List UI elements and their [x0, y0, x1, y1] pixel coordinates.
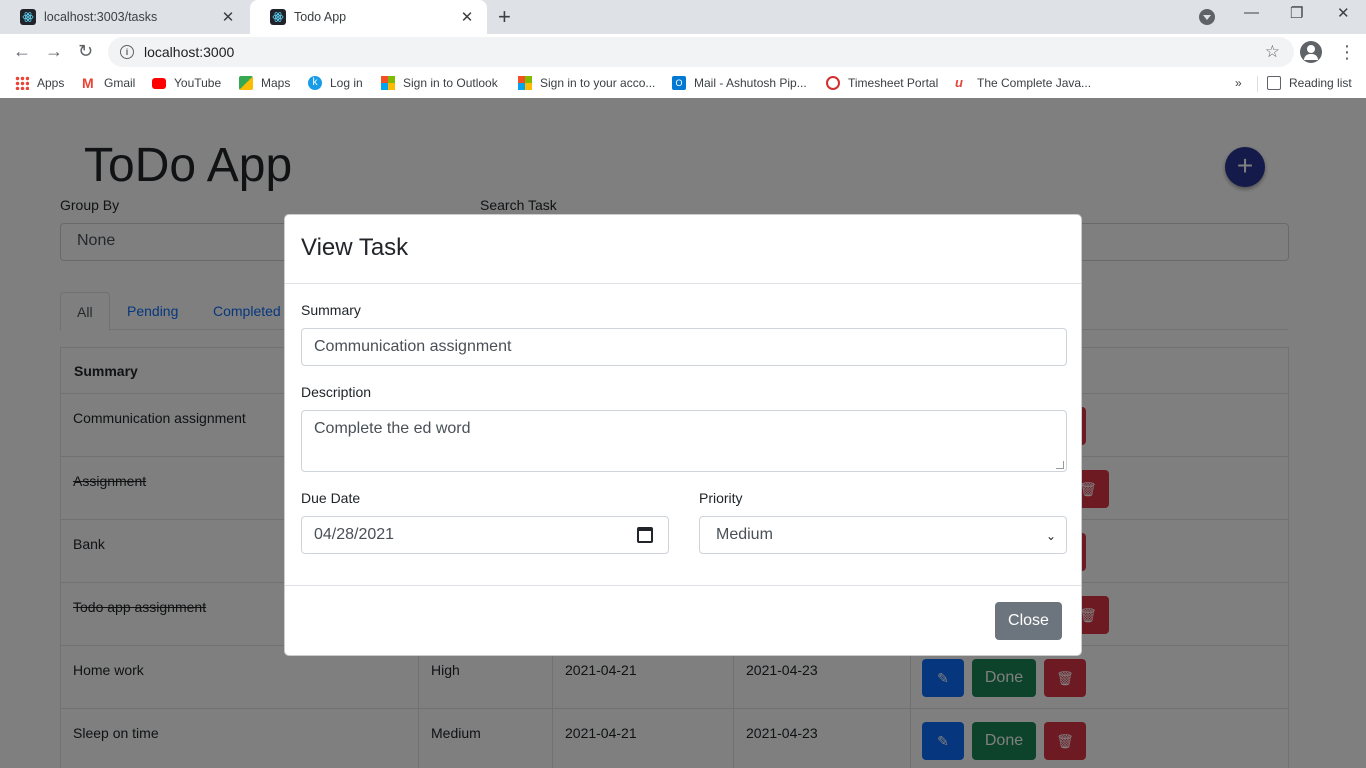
timesheet-icon — [826, 76, 840, 90]
tab-search-icon[interactable] — [1199, 9, 1215, 25]
microsoft-icon — [518, 76, 532, 90]
react-icon — [20, 9, 36, 25]
bookmark-star-icon[interactable]: ☆ — [1265, 42, 1280, 62]
description-value: Complete the ed word — [314, 420, 471, 437]
reload-icon[interactable]: ↻ — [78, 41, 93, 61]
back-icon[interactable]: ← — [13, 41, 31, 61]
apps-grid-icon — [15, 76, 29, 90]
restore-icon[interactable]: ❐ — [1290, 4, 1303, 22]
address-bar: ← → ↻ i localhost:3000 ☆ ⋮ — [0, 34, 1366, 70]
resize-handle-icon[interactable] — [1056, 461, 1064, 469]
calendar-icon[interactable] — [637, 527, 653, 543]
bookmark-gmail[interactable]: M Gmail — [82, 76, 135, 90]
bookmark-account-signin[interactable]: Sign in to your acco... — [518, 76, 655, 90]
description-label: Description — [301, 384, 372, 400]
outlook-icon: O — [672, 76, 686, 90]
new-tab-icon[interactable]: + — [498, 5, 511, 29]
udemy-icon: u — [955, 75, 963, 90]
site-info-icon[interactable]: i — [120, 45, 134, 59]
priority-select[interactable]: Medium ⌄ — [699, 516, 1067, 554]
todo-page: ToDo App + Group By None Search Task All… — [0, 98, 1366, 768]
summary-field[interactable]: Communication assignment — [301, 328, 1067, 366]
browser-tab-todo-app[interactable]: Todo App ✕ — [250, 0, 487, 34]
due-date-field[interactable]: 04/28/2021 — [301, 516, 669, 554]
summary-label: Summary — [301, 302, 361, 318]
more-bookmarks-icon[interactable]: » — [1235, 76, 1242, 90]
tab-title: Todo App — [294, 10, 347, 24]
profile-icon[interactable] — [1300, 41, 1322, 63]
bookmark-mail[interactable]: O Mail - Ashutosh Pip... — [672, 76, 807, 90]
forward-icon[interactable]: → — [45, 41, 63, 61]
summary-value: Communication assignment — [314, 338, 512, 355]
bookmark-maps[interactable]: Maps — [239, 76, 290, 90]
view-task-modal: View Task Summary Communication assignme… — [284, 214, 1082, 656]
close-tab-icon[interactable]: ✕ — [459, 8, 475, 26]
priority-value: Medium — [716, 526, 773, 543]
browser-tab-tasks[interactable]: localhost:3003/tasks ✕ — [0, 0, 248, 34]
react-icon — [270, 9, 286, 25]
bookmark-timesheet[interactable]: Timesheet Portal — [826, 76, 938, 90]
tab-title: localhost:3003/tasks — [44, 10, 158, 24]
bookmark-login[interactable]: k Log in — [308, 76, 363, 90]
microsoft-icon — [381, 76, 395, 90]
modal-footer: Close — [285, 585, 1081, 655]
url-input[interactable]: i localhost:3000 ☆ — [108, 37, 1294, 67]
close-button[interactable]: Close — [995, 602, 1062, 640]
gmail-icon: M — [82, 75, 94, 91]
window-close-icon[interactable]: ✕ — [1337, 4, 1350, 22]
reading-list[interactable]: Reading list — [1267, 76, 1352, 90]
browser-tab-strip: localhost:3003/tasks ✕ Todo App ✕ + — ❐ … — [0, 0, 1366, 34]
reading-list-icon — [1267, 76, 1281, 90]
bookmark-java-course[interactable]: u The Complete Java... — [955, 75, 1091, 91]
minimize-icon[interactable]: — — [1244, 4, 1259, 21]
modal-title: View Task — [301, 234, 409, 261]
bookmarks-divider — [1257, 76, 1258, 92]
due-date-label: Due Date — [301, 490, 361, 506]
description-field[interactable]: Complete the ed word — [301, 410, 1067, 472]
youtube-icon — [152, 77, 166, 89]
menu-kebab-icon[interactable]: ⋮ — [1338, 42, 1356, 62]
bookmark-youtube[interactable]: YouTube — [152, 76, 221, 90]
close-tab-icon[interactable]: ✕ — [220, 8, 236, 26]
bookmark-apps[interactable]: Apps — [15, 76, 64, 90]
bookmarks-bar: Apps M Gmail YouTube Maps k Log in Sign … — [0, 70, 1366, 98]
url-text: localhost:3000 — [144, 44, 235, 60]
due-date-value: 04/28/2021 — [314, 526, 395, 543]
modal-header: View Task — [285, 215, 1081, 284]
bookmark-outlook-signin[interactable]: Sign in to Outlook — [381, 76, 498, 90]
priority-label: Priority — [699, 490, 743, 506]
k-icon: k — [308, 76, 322, 90]
maps-icon — [239, 76, 253, 90]
chevron-down-icon: ⌄ — [1045, 529, 1056, 543]
